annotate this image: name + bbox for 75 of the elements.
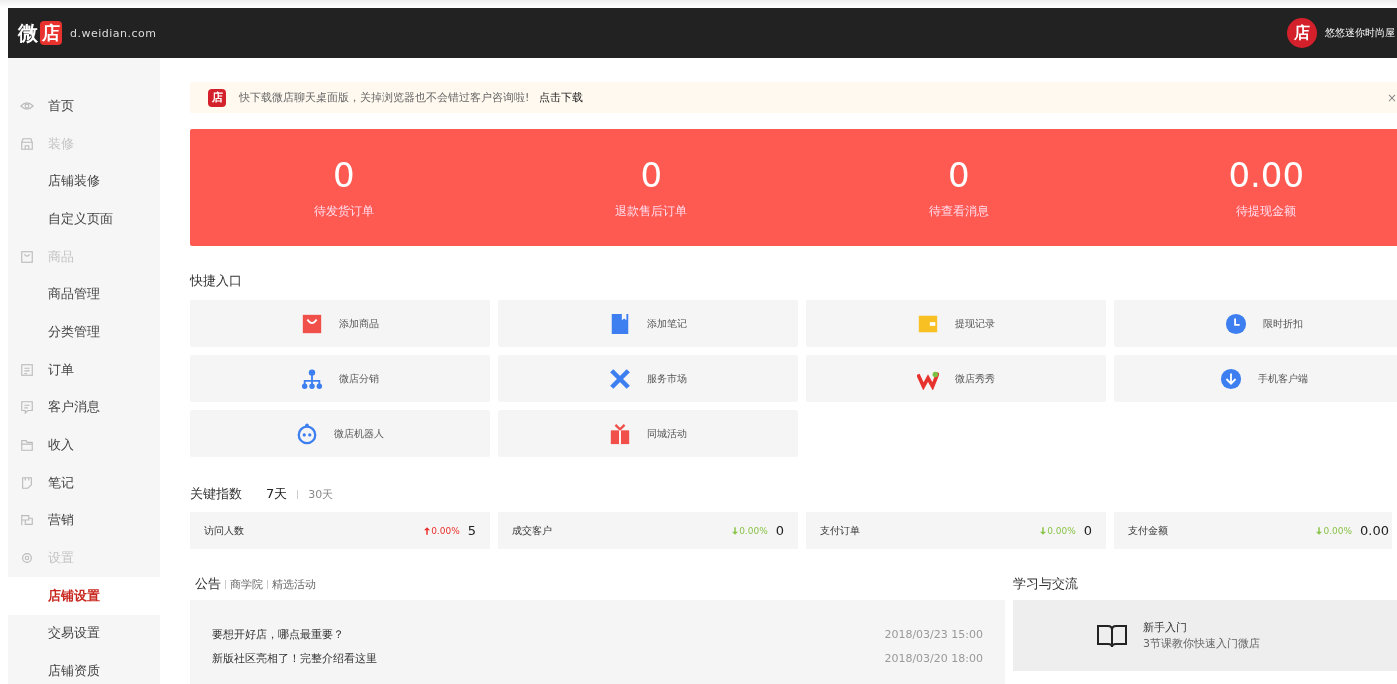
range-tab[interactable]: 7天	[266, 485, 288, 503]
book-icon	[1095, 622, 1129, 649]
news-tab[interactable]: 公告	[195, 575, 221, 593]
shortcut-tile[interactable]: 微店分销	[190, 355, 490, 402]
nav-item[interactable]: 店铺资质	[8, 652, 160, 684]
app-badge-icon: 店	[208, 88, 226, 107]
news-date: 2018/03/23 15:00	[884, 627, 983, 641]
download-icon	[1220, 367, 1242, 390]
course-subtitle: 3节课教你快速入门微店	[1143, 636, 1260, 651]
metric-label: 支付订单	[820, 523, 861, 538]
shortcut-tile[interactable]: 提现记录	[806, 300, 1106, 347]
logo-text[interactable]: 微	[18, 19, 38, 47]
nav-section[interactable]: 订单	[8, 350, 160, 389]
message-icon	[20, 400, 34, 415]
nav-section[interactable]: 客户消息	[8, 388, 160, 427]
course-title: 新手入门	[1143, 620, 1188, 635]
shortcut-tile[interactable]: 手机客户端	[1114, 355, 1397, 402]
nav-section[interactable]: 首页	[8, 87, 160, 125]
notice-text: 快下载微店聊天桌面版，关掉浏览器也不会错过客户咨询啦!	[239, 90, 530, 105]
range-tab[interactable]: 30天	[308, 486, 334, 502]
change-text: 0.00%	[431, 525, 460, 536]
nav-item[interactable]: 自定义页面	[8, 200, 160, 238]
box-icon	[20, 249, 34, 264]
metric-value: 0.00	[1360, 523, 1389, 538]
close-button[interactable]: ×	[1387, 90, 1397, 105]
shortcut-tile[interactable]: 微店秀秀	[806, 355, 1106, 402]
folder-icon	[20, 438, 34, 453]
shortcut-tile[interactable]: 限时折扣	[1114, 300, 1397, 347]
clock-icon	[1225, 312, 1247, 335]
metric-value: 0	[775, 523, 784, 538]
shortcut-tile[interactable]: 添加笔记	[498, 300, 798, 347]
news-link[interactable]: 新版社区亮相了！完整介绍看这里	[212, 650, 377, 666]
tools-icon	[609, 367, 631, 390]
download-link[interactable]: 点击下载	[539, 90, 584, 105]
gift-icon	[609, 422, 631, 445]
course-card[interactable]: 新手入门 3节课教你快速入门微店	[1013, 600, 1397, 671]
change-text: 0.00%	[1323, 525, 1353, 536]
news-tab[interactable]: 精选活动	[272, 576, 316, 592]
shop-icon	[20, 136, 34, 151]
news-date: 2018/03/20 18:00	[884, 651, 983, 665]
domain-text: d.weidian.com	[70, 26, 157, 40]
nav-item[interactable]: 店铺装修	[8, 162, 160, 201]
metric-label: 成交客户	[512, 523, 553, 538]
robot-icon	[296, 422, 318, 445]
nav-item[interactable]: 店铺设置	[8, 576, 160, 615]
section-title: 学习与交流	[1013, 575, 1079, 593]
nav-section[interactable]: 笔记	[8, 463, 160, 502]
section-title: 关键指数	[190, 485, 242, 503]
metric-value: 5	[467, 523, 476, 538]
nav-item[interactable]: 交易设置	[8, 614, 160, 653]
document-icon	[20, 362, 34, 377]
metric-label: 支付金额	[1128, 523, 1169, 538]
metric-label: 访问人数	[204, 523, 245, 538]
news-link[interactable]: 要想开好店，哪点最重要？	[212, 626, 344, 642]
logo-badge[interactable]: 店	[40, 21, 62, 45]
bag-icon	[301, 312, 323, 335]
shortcut-tile[interactable]: 服务市场	[498, 355, 798, 402]
shortcut-tile[interactable]: 微店机器人	[190, 410, 490, 457]
shop-avatar[interactable]: 店	[1287, 18, 1317, 48]
notebook-icon	[609, 312, 631, 335]
shop-name[interactable]: 悠悠迷你时尚屋	[1325, 26, 1395, 40]
change-text: 0.00%	[739, 525, 768, 536]
metric-value: 0	[1083, 523, 1092, 538]
nav-section[interactable]: 收入	[8, 426, 160, 464]
settings-icon	[20, 551, 34, 566]
hierarchy-icon	[301, 367, 323, 390]
news-tab[interactable]: 商学院	[230, 576, 263, 592]
nav-item[interactable]: 商品管理	[8, 275, 160, 314]
shortcut-tile[interactable]: 同城活动	[498, 410, 798, 457]
change-text: 0.00%	[1047, 525, 1076, 536]
section-title: 快捷入口	[190, 272, 243, 290]
shortcut-tile[interactable]: 添加商品	[190, 300, 490, 347]
note-icon	[20, 475, 34, 490]
nav-section[interactable]: 营销	[8, 501, 160, 540]
nav-item[interactable]: 分类管理	[8, 313, 160, 351]
